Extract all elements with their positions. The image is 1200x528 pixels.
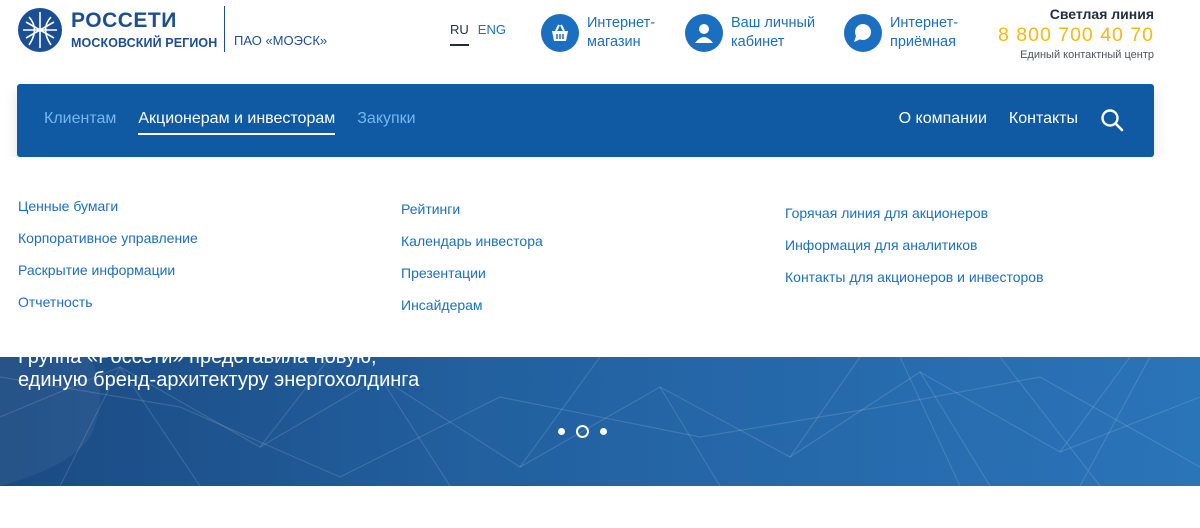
online-reception-label: Интернет- приёмная <box>890 15 959 50</box>
search-icon[interactable] <box>1100 108 1124 132</box>
nav-item-clients[interactable]: Клиентам <box>44 110 116 135</box>
user-icon <box>685 14 723 52</box>
logo-title: РОССЕТИ <box>71 9 177 33</box>
hotline-title: Светлая линия <box>1049 6 1154 22</box>
investors-dropdown: Ценные бумаги Корпоративное управление Р… <box>0 157 1200 357</box>
menu-item-reports[interactable]: Отчетность <box>18 293 198 325</box>
menu-item-analyst-info[interactable]: Информация для аналитиков <box>785 236 1044 268</box>
menu-item-corporate-governance[interactable]: Корпоративное управление <box>18 229 198 261</box>
slider-dot-1[interactable] <box>558 428 565 435</box>
nav-item-contacts[interactable]: Контакты <box>1009 110 1078 128</box>
slider-dots <box>558 425 607 438</box>
language-switcher: RU ENG <box>450 22 506 46</box>
company-name: ПАО «МОЭСК» <box>234 33 328 48</box>
slider-dot-2[interactable] <box>576 425 589 438</box>
slider-dot-3[interactable] <box>600 428 607 435</box>
menu-item-securities[interactable]: Ценные бумаги <box>18 197 198 229</box>
menu-item-ratings[interactable]: Рейтинги <box>401 200 543 232</box>
dropdown-column-2: Рейтинги Календарь инвестора Презентации… <box>401 200 543 328</box>
logo[interactable]: РОССЕТИ МОСКОВСКИЙ РЕГИОН <box>17 6 222 54</box>
hero-banner: Группа «Россети» представила новую, един… <box>0 357 1200 486</box>
online-reception-link[interactable]: Интернет- приёмная <box>844 14 958 52</box>
menu-item-shareholder-hotline[interactable]: Горячая линия для акционеров <box>785 204 1044 236</box>
main-nav: Клиентам Акционерам и инвесторам Закупки… <box>17 84 1154 157</box>
personal-account-link[interactable]: Ваш личный кабинет <box>685 14 815 52</box>
basket-icon <box>541 14 579 52</box>
lang-ru[interactable]: RU <box>450 22 469 46</box>
nav-left: Клиентам Акционерам и инвесторам Закупки <box>44 110 416 135</box>
hotline-phone[interactable]: 8 800 700 40 70 <box>998 24 1154 47</box>
site-header: РОССЕТИ МОСКОВСКИЙ РЕГИОН ПАО «МОЭСК» RU… <box>0 0 1200 84</box>
dropdown-column-1: Ценные бумаги Корпоративное управление Р… <box>18 197 198 325</box>
hotline-block: Светлая линия 8 800 700 40 70 Единый кон… <box>998 6 1154 61</box>
chat-icon <box>844 14 882 52</box>
nav-right: О компании Контакты <box>899 108 1124 132</box>
nav-item-investors[interactable]: Акционерам и инвесторам <box>138 110 336 135</box>
menu-item-investor-calendar[interactable]: Календарь инвестора <box>401 232 543 264</box>
online-shop-label: Интернет- магазин <box>587 15 656 50</box>
logo-subtitle: МОСКОВСКИЙ РЕГИОН <box>71 36 218 51</box>
nav-item-procurement[interactable]: Закупки <box>357 110 415 135</box>
menu-item-presentations[interactable]: Презентации <box>401 264 543 296</box>
logo-divider <box>224 6 225 52</box>
menu-item-investor-contacts[interactable]: Контакты для акционеров и инвесторов <box>785 268 1044 300</box>
rosseti-logo-icon <box>18 8 62 52</box>
personal-account-label: Ваш личный кабинет <box>731 15 816 50</box>
lang-eng[interactable]: ENG <box>478 22 506 46</box>
logo-text: РОССЕТИ МОСКОВСКИЙ РЕГИОН <box>71 10 217 50</box>
menu-item-insiders[interactable]: Инсайдерам <box>401 296 543 328</box>
online-shop-link[interactable]: Интернет- магазин <box>541 14 655 52</box>
nav-item-about[interactable]: О компании <box>899 110 987 128</box>
banner-text-partial: Группа «Россети» представила новую, <box>18 357 377 368</box>
banner-headline[interactable]: единую бренд-архитектуру энергохолдинга <box>18 369 419 392</box>
menu-item-disclosure[interactable]: Раскрытие информации <box>18 261 198 293</box>
hotline-subtitle: Единый контактный центр <box>1020 49 1154 61</box>
dropdown-column-3: Горячая линия для акционеров Информация … <box>785 204 1044 300</box>
